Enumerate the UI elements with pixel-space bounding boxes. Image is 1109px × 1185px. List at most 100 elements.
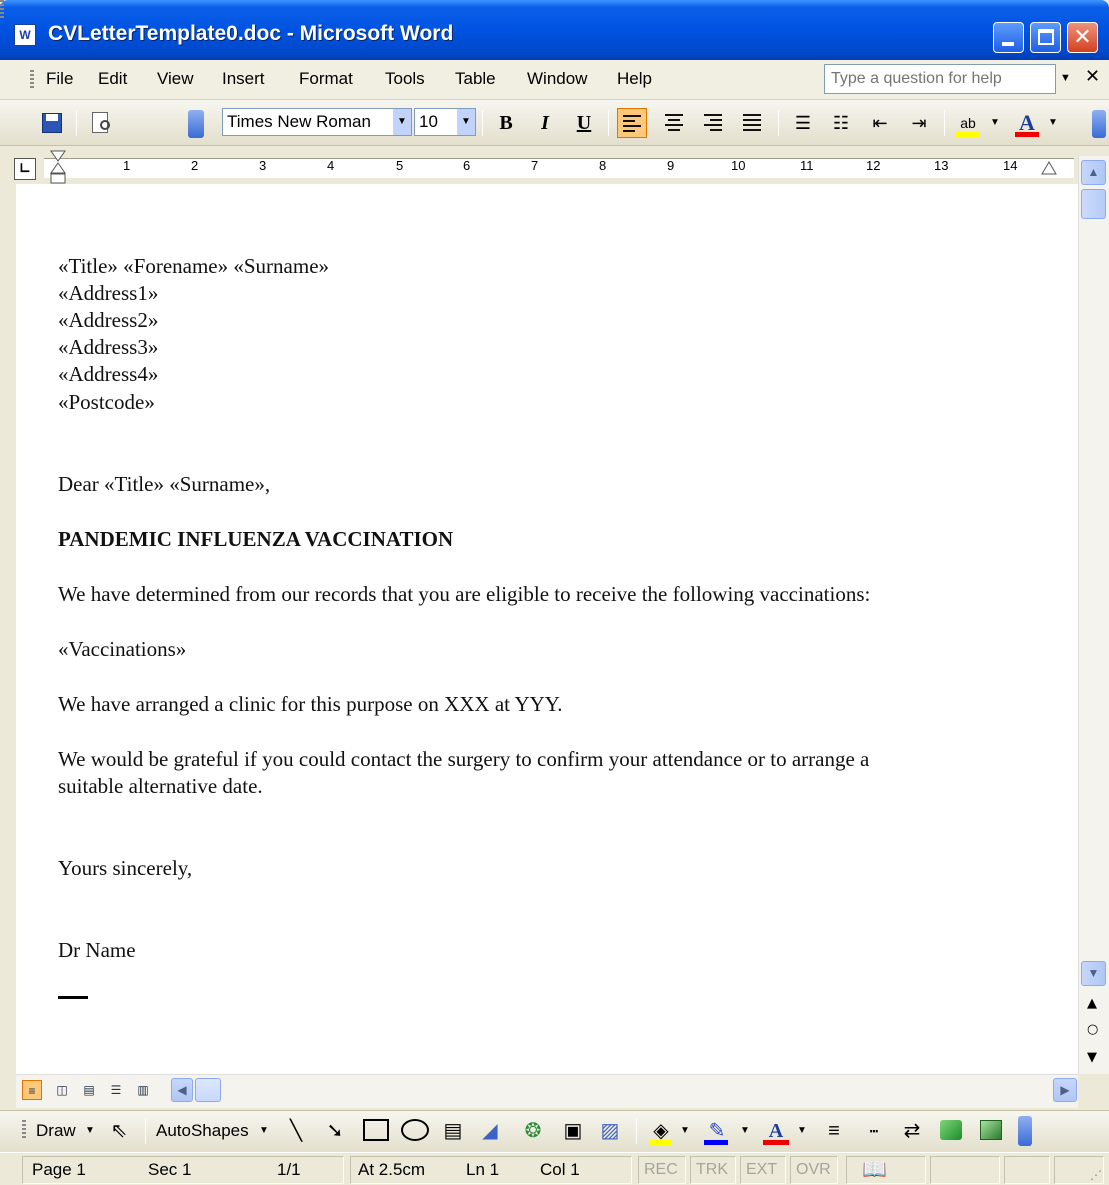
status-rec[interactable]: REC (644, 1157, 678, 1183)
justify-button[interactable] (738, 108, 768, 138)
size-dropdown-icon[interactable]: ▼ (457, 109, 475, 135)
increase-indent-button[interactable]: ⇥ (905, 110, 933, 136)
line-color-dropdown-icon[interactable]: ▼ (740, 1118, 750, 1144)
vaccinations-field: «Vaccinations» (58, 637, 187, 661)
document-page[interactable]: «Title» «Forename» «Surname» «Address1» … (16, 184, 1078, 1074)
select-objects-icon[interactable]: ⇖ (108, 1118, 130, 1144)
paragraph-eligibility: We have determined from our records that… (58, 582, 871, 606)
menu-view[interactable]: View (157, 69, 194, 89)
maximize-button[interactable] (1030, 22, 1061, 53)
menu-window[interactable]: Window (527, 69, 587, 89)
menu-file[interactable]: File (46, 69, 73, 89)
numbered-list-icon: ☰ (794, 113, 812, 133)
menu-format[interactable]: Format (299, 69, 353, 89)
status-column: Col 1 (540, 1160, 580, 1179)
vertical-scrollbar[interactable] (1078, 156, 1109, 1074)
normal-view-icon[interactable]: ≡ (22, 1080, 42, 1100)
toolbar-overflow-button[interactable] (1092, 110, 1106, 138)
numbering-button[interactable]: ☰ (789, 110, 817, 136)
decrease-indent-button[interactable]: ⇤ (866, 110, 894, 136)
drawbar-overflow-button[interactable] (1018, 1116, 1032, 1146)
scroll-down-button[interactable]: ▼ (1081, 961, 1106, 986)
minimize-button[interactable] (993, 22, 1024, 53)
autoshapes-menu[interactable]: AutoShapes (156, 1121, 249, 1141)
ruler-number: 9 (667, 158, 675, 173)
menu-help[interactable]: Help (617, 69, 652, 89)
font-color-dropdown-icon[interactable]: ▼ (1046, 110, 1060, 136)
status-ovr[interactable]: OVR (796, 1157, 831, 1183)
salutation: Dear «Title» «Surname», (58, 472, 271, 496)
word-doc-icon[interactable]: W (14, 24, 36, 46)
outline-view-icon[interactable]: ☰ (106, 1080, 126, 1100)
status-trk[interactable]: TRK (696, 1157, 728, 1183)
tab-selector-icon[interactable]: ∟ (14, 158, 36, 180)
align-right-button[interactable] (699, 108, 729, 138)
menu-edit[interactable]: Edit (98, 69, 127, 89)
print-preview-button[interactable] (88, 110, 114, 136)
resize-grip-icon[interactable]: ⋰ (1090, 1168, 1102, 1182)
draw-font-color-dropdown-icon[interactable]: ▼ (797, 1118, 807, 1144)
wordart-icon[interactable]: ◢ (477, 1118, 503, 1144)
arrow-style-icon[interactable]: ⇄ (898, 1118, 926, 1144)
bullets-button[interactable]: ☷ (827, 110, 855, 136)
menu-tools[interactable]: Tools (385, 69, 425, 89)
select-browse-object-icon[interactable]: ○ (1087, 1022, 1098, 1037)
autoshapes-dropdown-icon[interactable]: ▼ (259, 1118, 269, 1144)
toolbar-options-button[interactable] (188, 110, 204, 138)
help-dropdown-icon[interactable]: ▼ (1060, 72, 1071, 84)
text-box-icon[interactable]: ▤ (440, 1118, 466, 1144)
fill-color-dropdown-icon[interactable]: ▼ (680, 1118, 690, 1144)
clip-art-icon[interactable]: ▣ (560, 1118, 586, 1144)
scroll-up-button[interactable]: ▲ (1081, 160, 1106, 185)
bold-button[interactable]: B (493, 110, 519, 136)
menubar-grip[interactable] (30, 70, 34, 90)
line-tool-icon[interactable]: ╲ (283, 1118, 309, 1144)
status-ext[interactable]: EXT (746, 1157, 777, 1183)
diagram-icon[interactable]: ❂ (520, 1118, 546, 1144)
horizontal-scroll-thumb[interactable] (195, 1078, 221, 1102)
indent-marker-icon[interactable] (50, 149, 66, 185)
shadow-style-icon[interactable] (940, 1120, 962, 1140)
arrow-tool-icon[interactable]: ➘ (322, 1118, 348, 1144)
menu-table[interactable]: Table (455, 69, 496, 89)
highlight-dropdown-icon[interactable]: ▼ (988, 110, 1002, 136)
underline-button[interactable]: U (571, 110, 597, 136)
maximize-icon (1038, 29, 1054, 45)
reading-layout-view-icon[interactable]: ▥ (133, 1080, 153, 1100)
horizontal-ruler[interactable] (16, 146, 1078, 180)
3d-style-icon[interactable] (980, 1120, 1002, 1140)
draw-menu[interactable]: Draw (36, 1121, 76, 1141)
spelling-grammar-status-icon[interactable]: 📖 (862, 1158, 887, 1182)
chevron-left-icon: ◀ (177, 1083, 187, 1097)
vertical-scroll-thumb[interactable] (1081, 189, 1106, 219)
oval-tool-icon[interactable] (401, 1119, 429, 1141)
window-title: CVLetterTemplate0.doc - Microsoft Word (48, 22, 454, 45)
next-page-icon[interactable]: ▼ (1087, 1050, 1097, 1065)
align-left-button[interactable] (617, 108, 647, 138)
highlighter-icon: ab (960, 115, 976, 131)
menu-insert[interactable]: Insert (222, 69, 265, 89)
align-center-button[interactable] (660, 108, 690, 138)
address-line-2: «Address2» (58, 308, 159, 332)
previous-page-icon[interactable]: ▲ (1087, 996, 1097, 1011)
font-dropdown-icon[interactable]: ▼ (393, 109, 411, 135)
italic-button[interactable]: I (532, 110, 558, 136)
font-name-combo[interactable] (222, 108, 412, 136)
insert-picture-icon[interactable]: ▨ (597, 1118, 623, 1144)
scroll-right-button[interactable]: ▶ (1053, 1078, 1077, 1102)
dash-style-icon[interactable]: ┅ (860, 1118, 888, 1144)
save-button[interactable] (38, 110, 62, 136)
close-button[interactable]: ✕ (1067, 22, 1098, 53)
title-bar[interactable]: W CVLetterTemplate0.doc - Microsoft Word… (0, 0, 1109, 60)
help-search-input[interactable] (824, 64, 1056, 94)
line-style-icon[interactable]: ≡ (820, 1118, 848, 1144)
right-indent-icon[interactable] (1040, 160, 1058, 178)
document-close-icon[interactable]: ✕ (1085, 66, 1100, 87)
toolbar-grip-2[interactable] (0, 0, 4, 20)
scroll-left-button[interactable]: ◀ (171, 1078, 193, 1102)
drawbar-grip[interactable] (22, 1120, 26, 1140)
rectangle-tool-icon[interactable] (363, 1119, 389, 1141)
draw-dropdown-icon[interactable]: ▼ (85, 1118, 95, 1144)
print-layout-view-icon[interactable]: ▤ (79, 1080, 99, 1100)
web-layout-view-icon[interactable]: ◫ (52, 1080, 72, 1100)
